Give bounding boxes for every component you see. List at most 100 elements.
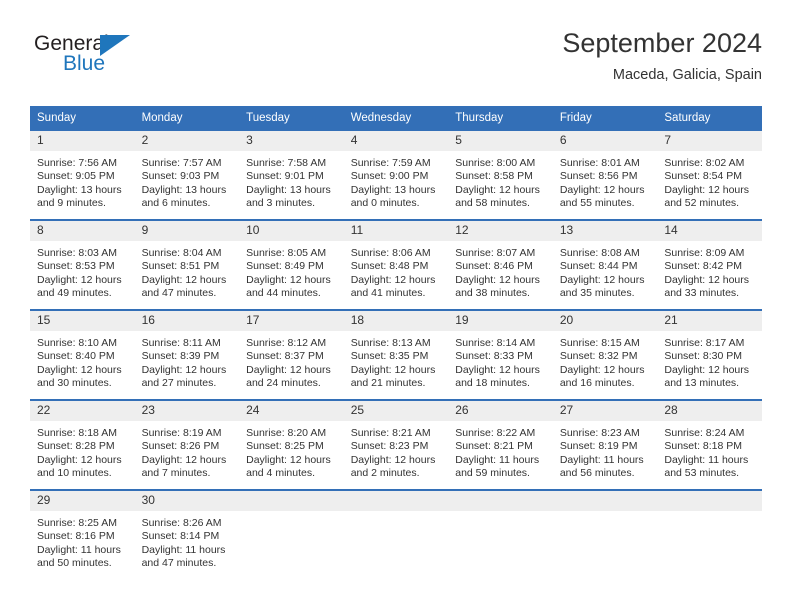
calendar-header-row: Sunday Monday Tuesday Wednesday Thursday…	[30, 106, 762, 130]
title-block: September 2024 Maceda, Galicia, Spain	[562, 26, 762, 86]
day-sun-info: Sunrise: 8:04 AM Sunset: 8:51 PM Daylight:…	[135, 241, 240, 300]
day-number: 24	[239, 401, 344, 421]
calendar-day-cell[interactable]: 14 Sunrise: 8:09 AM Sunset: 8:42 PM Dayligh…	[657, 219, 762, 310]
calendar-day-cell[interactable]: 12 Sunrise: 8:07 AM Sunset: 8:46 PM Dayligh…	[448, 219, 553, 310]
daylight-text-line1: Daylight: 12 hours	[141, 273, 227, 286]
day-number: 9	[134, 221, 240, 241]
sunrise-text: Sunrise: 8:08 AM	[559, 247, 640, 259]
daylight-text-line2: and 24 minutes.	[246, 376, 321, 389]
day-sun-info: Sunrise: 8:21 AM Sunset: 8:23 PM Daylight:…	[344, 421, 449, 480]
daylight-text-line1: Daylight: 13 hours	[350, 183, 436, 196]
calendar-day-cell[interactable]: 19 Sunrise: 8:14 AM Sunset: 8:33 PM Dayligh…	[448, 309, 553, 400]
calendar-day-cell[interactable]: 23 Sunrise: 8:19 AM Sunset: 8:26 PM Dayligh…	[134, 399, 240, 490]
calendar-day-cell[interactable]: 7 Sunrise: 8:02 AM Sunset: 8:54 PM Daylight…	[657, 129, 762, 220]
sunrise-text: Sunrise: 8:13 AM	[350, 337, 431, 349]
calendar-day-cell[interactable]: 4 Sunrise: 7:59 AM Sunset: 9:00 PM Daylight…	[343, 129, 449, 220]
sunrise-text: Sunrise: 8:04 AM	[141, 247, 222, 259]
day-sun-info: Sunrise: 7:59 AM Sunset: 9:00 PM Daylight:…	[344, 151, 449, 210]
day-number: 7	[657, 131, 762, 151]
calendar-day-cell[interactable]: 1 Sunrise: 7:56 AM Sunset: 9:05 PM Daylight…	[30, 129, 135, 220]
day-number	[239, 491, 344, 511]
day-sun-info: Sunrise: 8:07 AM Sunset: 8:46 PM Daylight:…	[448, 241, 553, 300]
calendar-day-cell[interactable]: 21 Sunrise: 8:17 AM Sunset: 8:30 PM Dayligh…	[657, 309, 762, 400]
day-sun-info: Sunrise: 8:00 AM Sunset: 8:58 PM Daylight:…	[448, 151, 553, 210]
sunrise-text: Sunrise: 8:24 AM	[664, 427, 745, 439]
calendar-day-cell[interactable]: 29 Sunrise: 8:25 AM Sunset: 8:16 PM Dayligh…	[30, 489, 135, 579]
general-blue-logo[interactable]: General Blue	[34, 32, 174, 88]
calendar-day-cell[interactable]: 11 Sunrise: 8:06 AM Sunset: 8:48 PM Dayligh…	[343, 219, 449, 310]
calendar-day-cell[interactable]: 20 Sunrise: 8:15 AM Sunset: 8:32 PM Dayligh…	[552, 309, 658, 400]
day-number: 1	[30, 131, 135, 151]
daylight-text-line2: and 10 minutes.	[37, 466, 112, 479]
daylight-text-line1: Daylight: 12 hours	[37, 363, 122, 376]
day-number: 19	[448, 311, 553, 331]
day-sun-info: Sunrise: 8:15 AM Sunset: 8:32 PM Daylight:…	[553, 331, 658, 390]
calendar-day-cell[interactable]: 10 Sunrise: 8:05 AM Sunset: 8:49 PM Dayligh…	[239, 219, 344, 310]
calendar-day-cell[interactable]: 3 Sunrise: 7:58 AM Sunset: 9:01 PM Daylight…	[239, 129, 344, 220]
sunrise-text: Sunrise: 8:02 AM	[664, 157, 745, 169]
calendar-day-cell[interactable]: 28 Sunrise: 8:24 AM Sunset: 8:18 PM Dayligh…	[657, 399, 762, 490]
daylight-text-line1: Daylight: 12 hours	[350, 363, 436, 376]
calendar-day-cell[interactable]: 30 Sunrise: 8:26 AM Sunset: 8:14 PM Dayligh…	[134, 489, 240, 579]
day-sun-info: Sunrise: 8:06 AM Sunset: 8:48 PM Daylight:…	[344, 241, 449, 300]
calendar-day-cell[interactable]: 22 Sunrise: 8:18 AM Sunset: 8:28 PM Dayligh…	[30, 399, 135, 490]
calendar-day-cell[interactable]: 9 Sunrise: 8:04 AM Sunset: 8:51 PM Daylight…	[134, 219, 240, 310]
daylight-text-line2: and 58 minutes.	[455, 196, 530, 209]
daylight-text-line2: and 33 minutes.	[664, 286, 740, 299]
daylight-text-line1: Daylight: 12 hours	[455, 273, 540, 286]
sunset-text: Sunset: 8:35 PM	[350, 350, 429, 363]
day-number: 10	[239, 221, 344, 241]
calendar-day-cell[interactable]: 26 Sunrise: 8:22 AM Sunset: 8:21 PM Dayligh…	[448, 399, 553, 490]
calendar-day-cell[interactable]: 13 Sunrise: 8:08 AM Sunset: 8:44 PM Dayligh…	[552, 219, 658, 310]
calendar-day-cell[interactable]: 27 Sunrise: 8:23 AM Sunset: 8:19 PM Dayligh…	[552, 399, 658, 490]
sunset-text: Sunset: 8:26 PM	[141, 440, 220, 453]
sunrise-text: Sunrise: 8:00 AM	[455, 157, 536, 169]
calendar-day-cell[interactable]: 16 Sunrise: 8:11 AM Sunset: 8:39 PM Dayligh…	[134, 309, 240, 400]
calendar-day-cell[interactable]: 5 Sunrise: 8:00 AM Sunset: 8:58 PM Daylight…	[448, 129, 553, 220]
daylight-text-line1: Daylight: 12 hours	[141, 363, 227, 376]
sunset-text: Sunset: 8:53 PM	[37, 260, 115, 273]
daylight-text-line1: Daylight: 12 hours	[37, 453, 122, 466]
day-sun-info: Sunrise: 8:25 AM Sunset: 8:16 PM Daylight:…	[30, 511, 135, 570]
daylight-text-line1: Daylight: 12 hours	[664, 273, 750, 286]
calendar-day-cell[interactable]: 17 Sunrise: 8:12 AM Sunset: 8:37 PM Dayligh…	[239, 309, 344, 400]
calendar-day-cell[interactable]: 25 Sunrise: 8:21 AM Sunset: 8:23 PM Dayligh…	[343, 399, 449, 490]
daylight-text-line2: and 50 minutes.	[37, 556, 112, 569]
daylight-text-line2: and 18 minutes.	[455, 376, 530, 389]
calendar-day-cell[interactable]: 24 Sunrise: 8:20 AM Sunset: 8:25 PM Dayligh…	[239, 399, 344, 490]
calendar-day-cell[interactable]: 2 Sunrise: 7:57 AM Sunset: 9:03 PM Daylight…	[134, 129, 240, 220]
daylight-text-line2: and 3 minutes.	[246, 196, 316, 209]
day-number: 28	[657, 401, 762, 421]
weekday-header-wednesday: Wednesday	[343, 106, 449, 130]
calendar-day-cell[interactable]: 18 Sunrise: 8:13 AM Sunset: 8:35 PM Dayligh…	[343, 309, 449, 400]
calendar-day-cell-empty	[343, 489, 449, 579]
day-number	[552, 491, 658, 511]
daylight-text-line1: Daylight: 12 hours	[559, 363, 645, 376]
sunrise-text: Sunrise: 7:59 AM	[350, 157, 431, 169]
day-number: 23	[134, 401, 240, 421]
calendar-day-cell[interactable]: 15 Sunrise: 8:10 AM Sunset: 8:40 PM Dayligh…	[30, 309, 135, 400]
daylight-text-line2: and 56 minutes.	[559, 466, 635, 479]
calendar-day-cell[interactable]: 6 Sunrise: 8:01 AM Sunset: 8:56 PM Daylight…	[552, 129, 658, 220]
daylight-text-line1: Daylight: 12 hours	[664, 363, 750, 376]
daylight-text-line2: and 38 minutes.	[455, 286, 530, 299]
daylight-text-line2: and 13 minutes.	[664, 376, 740, 389]
sunset-text: Sunset: 8:30 PM	[664, 350, 743, 363]
sunrise-text: Sunrise: 8:18 AM	[37, 427, 117, 439]
daylight-text-line1: Daylight: 13 hours	[246, 183, 331, 196]
calendar-day-cell[interactable]: 8 Sunrise: 8:03 AM Sunset: 8:53 PM Daylight…	[30, 219, 135, 310]
weekday-header-friday: Friday	[552, 106, 658, 130]
sunrise-text: Sunrise: 8:21 AM	[350, 427, 431, 439]
daylight-text-line1: Daylight: 11 hours	[559, 453, 644, 466]
page-header: General Blue September 2024 Maceda, Gali…	[30, 26, 762, 98]
day-sun-info: Sunrise: 8:10 AM Sunset: 8:40 PM Daylight:…	[30, 331, 135, 390]
sunrise-text: Sunrise: 8:14 AM	[455, 337, 536, 349]
day-sun-info: Sunrise: 8:22 AM Sunset: 8:21 PM Daylight:…	[448, 421, 553, 480]
weekday-header-monday: Monday	[134, 106, 240, 130]
calendar-day-cell-empty	[552, 489, 658, 579]
daylight-text-line2: and 55 minutes.	[559, 196, 635, 209]
calendar-day-cell-empty	[657, 489, 762, 579]
sunset-text: Sunset: 8:33 PM	[455, 350, 533, 363]
day-number: 30	[134, 491, 240, 511]
sunset-text: Sunset: 9:05 PM	[37, 170, 115, 183]
